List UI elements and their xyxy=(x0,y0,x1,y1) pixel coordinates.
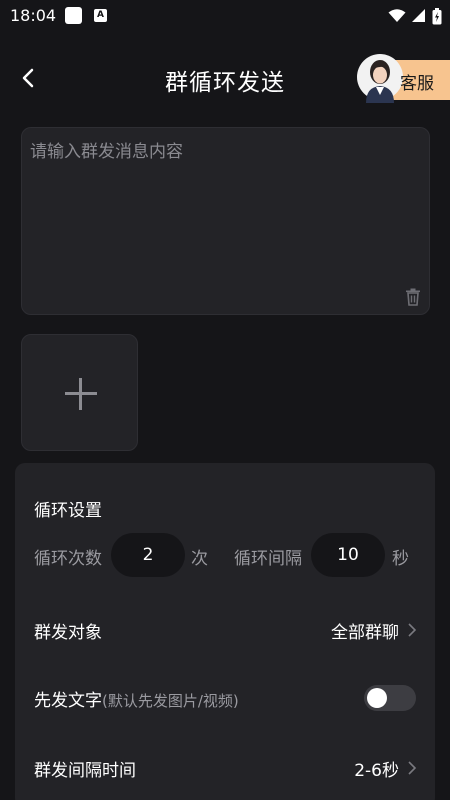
message-box xyxy=(21,127,430,315)
loop-interval-unit: 秒 xyxy=(392,549,409,569)
signal-icon xyxy=(412,9,425,22)
target-row[interactable]: 群发对象 全部群聊 xyxy=(15,610,435,650)
add-media-button[interactable] xyxy=(21,334,138,451)
notification-a-icon: A xyxy=(94,9,107,22)
text-first-title: 先发文字 xyxy=(34,691,102,711)
notification-square-icon xyxy=(65,7,82,24)
loop-interval-input[interactable] xyxy=(311,533,385,577)
send-interval-value: 2-6秒 xyxy=(354,761,399,781)
target-value: 全部群聊 xyxy=(331,623,399,643)
loop-count-label: 循环次数 xyxy=(34,549,102,569)
toggle-knob xyxy=(367,688,387,708)
service-label: 客服 xyxy=(400,74,434,94)
loop-row: 循环次数 次 循环间隔 秒 xyxy=(15,533,435,577)
trash-icon[interactable] xyxy=(403,287,423,307)
text-first-row: 先发文字(默认先发图片/视频) xyxy=(15,678,435,718)
loop-interval-label: 循环间隔 xyxy=(234,549,302,569)
target-label: 群发对象 xyxy=(34,623,102,643)
send-interval-row[interactable]: 群发间隔时间 2-6秒 xyxy=(15,748,435,788)
loop-count-unit: 次 xyxy=(191,549,208,569)
status-time: 18:04 xyxy=(10,6,57,25)
status-icons xyxy=(388,7,442,25)
chevron-right-icon xyxy=(408,761,417,775)
chevron-right-icon xyxy=(408,623,417,637)
send-interval-label: 群发间隔时间 xyxy=(34,761,136,781)
status-bar: 18:04 A xyxy=(0,0,450,32)
avatar xyxy=(357,54,403,103)
battery-icon xyxy=(432,7,442,24)
customer-service-button[interactable]: 客服 xyxy=(357,54,450,103)
wifi-icon xyxy=(388,9,406,22)
text-first-label: 先发文字(默认先发图片/视频) xyxy=(34,686,239,711)
section-title: 循环设置 xyxy=(34,501,102,521)
loop-settings-card: 循环设置 循环次数 次 循环间隔 秒 群发对象 全部群聊 先发文字(默认先发图片… xyxy=(15,463,435,800)
header: 群循环发送 客服 xyxy=(0,50,450,106)
plus-icon-vertical xyxy=(79,378,82,410)
text-first-toggle[interactable] xyxy=(364,685,416,711)
message-input[interactable] xyxy=(22,128,429,314)
loop-count-input[interactable] xyxy=(111,533,185,577)
text-first-hint: (默认先发图片/视频) xyxy=(102,692,239,710)
